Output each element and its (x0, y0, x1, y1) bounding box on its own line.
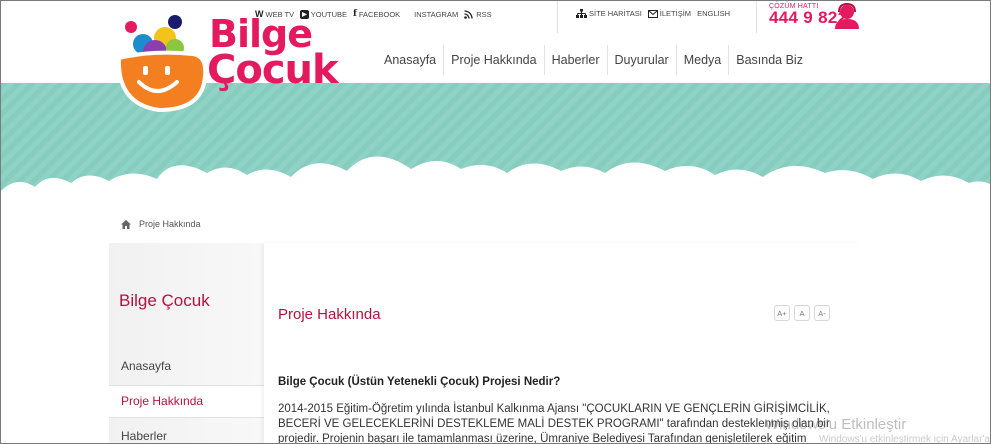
content-area: Bilge Çocuk Anasayfa Proje Hakkında Habe… (109, 243, 859, 443)
logo-text-cocuk: Çocuk (207, 47, 339, 93)
windows-activation-subtext: Windows'u etkinleştirmek için Ayarlar'a … (819, 434, 990, 444)
sidebar-item-anasayfa[interactable]: Anasayfa (109, 351, 264, 384)
nav-item-duyurular[interactable]: Duyurular (608, 45, 677, 75)
facebook-icon: f (353, 9, 357, 19)
page-title: Proje Hakkında (278, 306, 381, 323)
home-icon[interactable] (121, 219, 131, 229)
sitemap-icon (576, 9, 587, 18)
sidebar: Bilge Çocuk Anasayfa Proje Hakkında Habe… (109, 243, 264, 443)
bilge-cocuk-logo[interactable]: Bilge Çocuk (113, 6, 353, 114)
instagram-link[interactable]: INSTAGRAM (414, 10, 458, 19)
sitemap-link[interactable]: SİTE HARİTASI (576, 9, 642, 18)
sidebar-title: Bilge Çocuk (119, 291, 210, 310)
rss-link[interactable]: RSS (464, 9, 492, 19)
sidebar-item-proje-hakkinda[interactable]: Proje Hakkında (109, 385, 264, 418)
nav-item-medya[interactable]: Medya (677, 45, 730, 75)
browser-viewport: Bilge Çocuk W WEB TV ▶ YOUTUBE f FACEBOO… (0, 0, 991, 444)
envelope-icon (647, 9, 658, 18)
font-size-controls: A+ A A- (774, 305, 830, 321)
site-header: Bilge Çocuk W WEB TV ▶ YOUTUBE f FACEBOO… (1, 1, 990, 113)
nav-item-haberler[interactable]: Haberler (545, 45, 608, 75)
nav-item-anasayfa[interactable]: Anasayfa (377, 45, 445, 75)
font-reset-button[interactable]: A (794, 305, 810, 321)
divider (557, 1, 558, 33)
breadcrumb-current[interactable]: Proje Hakkında (139, 219, 201, 229)
main-nav: Anasayfa Proje Hakkında Haberler Duyurul… (377, 45, 810, 75)
english-link[interactable]: ENGLISH (697, 9, 730, 18)
article-heading: Bilge Çocuk (Üstün Yetenekli Çocuk) Proj… (278, 376, 561, 388)
facebook-link[interactable]: f FACEBOOK (353, 9, 400, 19)
utility-links: SİTE HARİTASI İLETİŞİM ENGLISH (576, 9, 730, 18)
sidebar-item-haberler[interactable]: Haberler (109, 421, 264, 443)
main-content: Proje Hakkında A+ A A- Bilge Çocuk (Üstü… (264, 243, 859, 443)
rss-icon (464, 9, 473, 19)
nav-item-proje-hakkinda[interactable]: Proje Hakkında (444, 45, 545, 75)
divider (756, 1, 757, 33)
breadcrumb: Proje Hakkında (121, 219, 201, 229)
nav-item-basinda-biz[interactable]: Basında Biz (729, 45, 810, 75)
contact-link[interactable]: İLETİŞİM (647, 9, 691, 18)
call-center-icon (835, 3, 859, 29)
font-increase-button[interactable]: A+ (774, 305, 790, 321)
windows-activation-watermark: Windows'u Etkinleştir (765, 416, 907, 433)
font-decrease-button[interactable]: A- (814, 305, 830, 321)
